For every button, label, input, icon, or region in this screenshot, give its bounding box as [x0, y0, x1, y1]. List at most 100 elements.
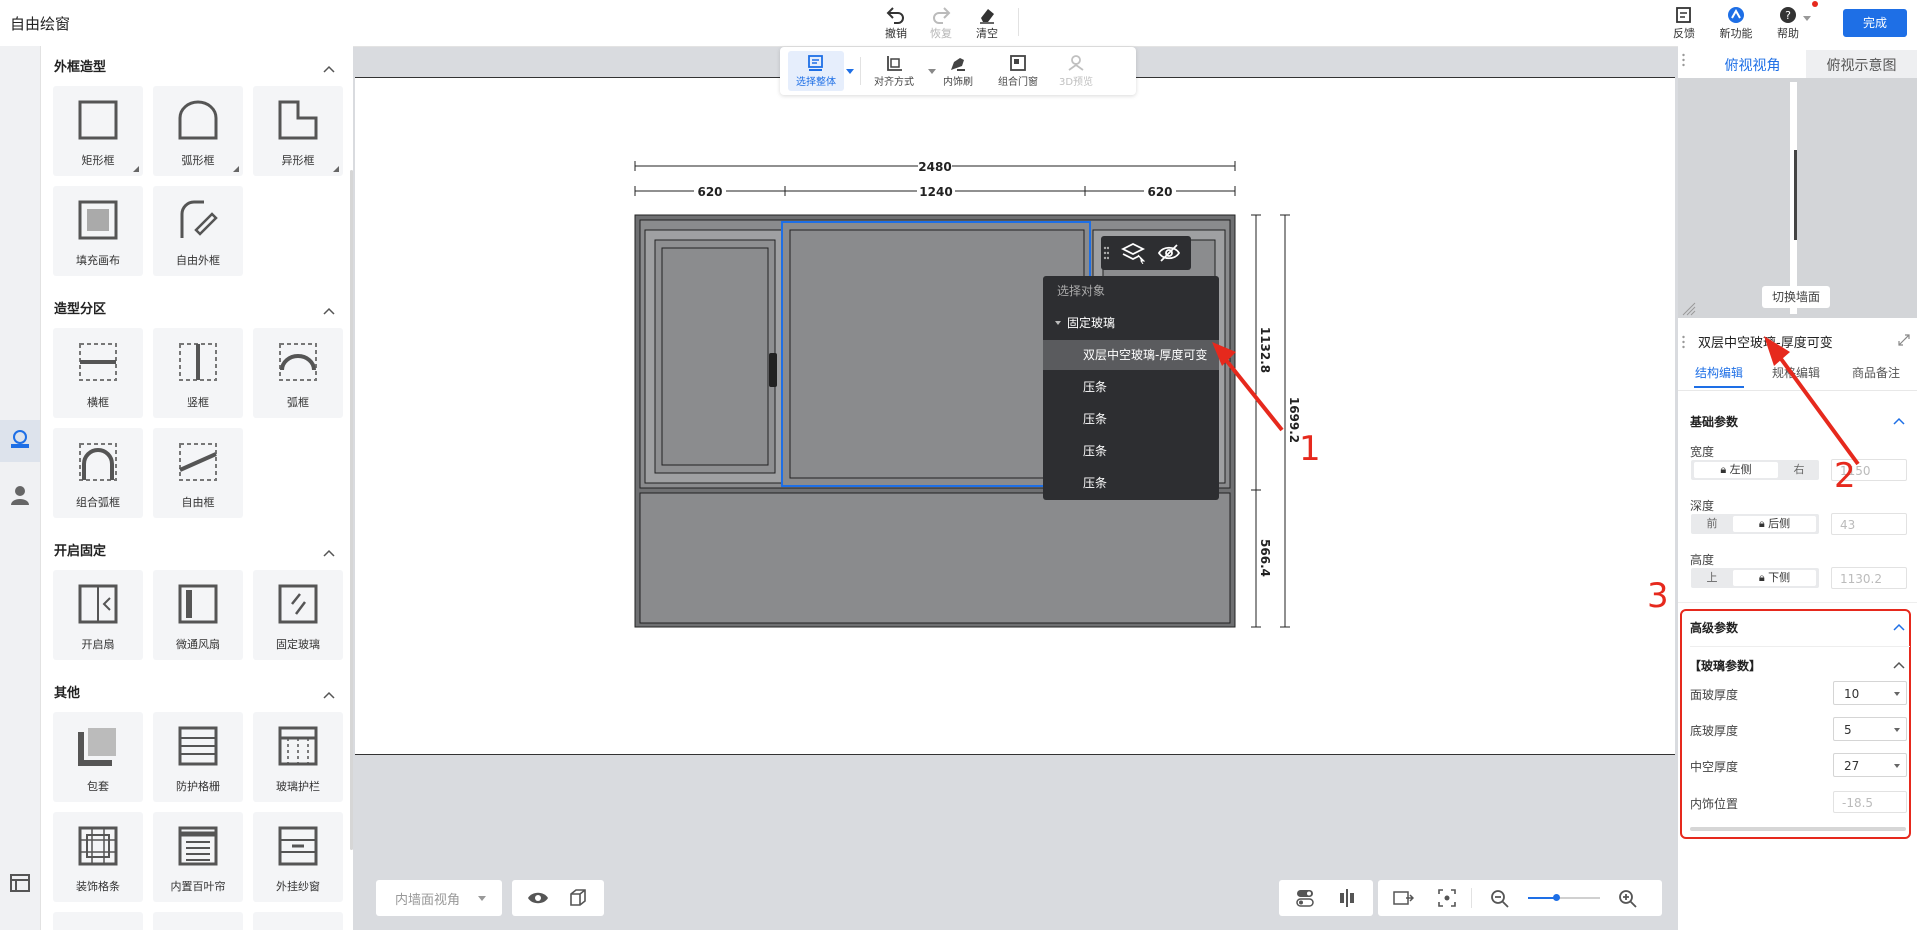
new-feature-button[interactable]: 新功能	[1711, 4, 1761, 44]
tile-security-grille[interactable]: 防护格栅	[153, 712, 243, 802]
security-grille-icon	[178, 726, 218, 766]
tile-glass-railing[interactable]: 玻璃护栏	[253, 712, 343, 802]
tile-micro-vent-sash[interactable]: 微通风扇	[153, 570, 243, 660]
select-dropdown-icon[interactable]	[846, 69, 854, 74]
lower-section[interactable]	[639, 492, 1231, 624]
left-panel-scrollbar[interactable]	[350, 170, 353, 850]
menu-item-bead[interactable]: 压条	[1043, 404, 1219, 434]
tile-more[interactable]	[53, 912, 143, 930]
left-sash-glass[interactable]	[661, 247, 769, 466]
select-all-button[interactable]: 选择整体	[788, 51, 844, 91]
tile-free-frame[interactable]: 自由外框	[153, 186, 243, 276]
tile-opening-sash[interactable]: 开启扇	[53, 570, 143, 660]
hollow-select[interactable]: 27	[1833, 753, 1907, 777]
decor-pos-input[interactable]: -18.5	[1833, 791, 1907, 813]
middle-glass-pane[interactable]	[789, 229, 1085, 479]
tile-more[interactable]	[253, 912, 343, 930]
help-label: 帮助	[1777, 27, 1799, 40]
view-select[interactable]: 内墙面视角	[376, 880, 502, 916]
tile-arc-mullion[interactable]: 弧框	[253, 328, 343, 418]
align-button[interactable]: 对齐方式	[866, 51, 922, 91]
depth-anchor-front[interactable]: 前	[1694, 516, 1730, 532]
eye-icon[interactable]	[527, 889, 549, 907]
chevron-up-icon[interactable]	[1892, 621, 1906, 633]
glass-railing-icon	[278, 726, 318, 766]
layers-select-icon[interactable]	[1121, 242, 1145, 264]
layout-icon[interactable]	[6, 871, 34, 899]
tile-casing[interactable]: 包套	[53, 712, 143, 802]
menu-group-fixed-glass[interactable]: 固定玻璃	[1043, 308, 1219, 338]
face-glass-label: 面玻厚度	[1690, 688, 1739, 702]
toolbar-divider	[1471, 888, 1472, 908]
chevron-up-icon[interactable]	[322, 546, 336, 560]
chevron-up-icon[interactable]	[322, 304, 336, 318]
switch-wall-button[interactable]: 切换墙面	[1762, 286, 1830, 308]
tile-rect-frame[interactable]: 矩形框	[53, 86, 143, 176]
zoom-slider-handle[interactable]	[1553, 894, 1560, 901]
face-glass-select[interactable]: 10	[1833, 681, 1907, 705]
undo-button[interactable]: 撤销	[871, 4, 921, 44]
menu-item-bead[interactable]: 压条	[1043, 468, 1219, 498]
drag-handle-icon[interactable]	[1681, 334, 1686, 350]
depth-anchor-toggle[interactable]: 前 🔒︎ 后侧	[1691, 514, 1819, 534]
hide-eye-icon[interactable]	[1157, 243, 1181, 263]
height-input[interactable]: 1130.2	[1831, 567, 1907, 589]
help-dropdown-icon[interactable]	[1803, 16, 1811, 21]
tile-arc-frame[interactable]: 弧形框	[153, 86, 243, 176]
params-scrollbar[interactable]	[1690, 827, 1906, 831]
height-anchor-toggle[interactable]: 上 🔒︎ 下侧	[1691, 568, 1819, 588]
tile-combined-arc[interactable]: 组合弧框	[53, 428, 143, 518]
help-button[interactable]: ? 帮助	[1763, 4, 1813, 44]
height-anchor-top[interactable]: 上	[1694, 570, 1730, 586]
tile-horizontal-mullion[interactable]: 横框	[53, 328, 143, 418]
zoom-in-icon[interactable]	[1618, 889, 1638, 909]
menu-item-bead[interactable]: 压条	[1043, 372, 1219, 402]
tile-custom-frame[interactable]: 异形框	[253, 86, 343, 176]
depth-anchor-back[interactable]: 🔒︎ 后侧	[1733, 516, 1816, 532]
view-select-value: 内墙面视角	[395, 893, 461, 908]
feedback-button[interactable]: 反馈	[1659, 4, 1709, 44]
tile-fixed-glass[interactable]: 固定玻璃	[253, 570, 343, 660]
done-button[interactable]: 完成	[1843, 9, 1907, 37]
sash-handle[interactable]	[769, 353, 777, 387]
menu-item-insulated-glass[interactable]: 双层中空玻璃-厚度可变	[1043, 340, 1219, 370]
preview-3d-button[interactable]: 3D预览	[1048, 51, 1104, 91]
mirror-icon[interactable]	[1337, 889, 1357, 907]
decor-bars-icon	[78, 826, 118, 866]
tile-fill-canvas[interactable]: 填充画布	[53, 186, 143, 276]
chevron-up-icon[interactable]	[1892, 415, 1906, 427]
tab-structure-edit[interactable]: 结构编辑	[1695, 364, 1743, 381]
drag-handle-icon[interactable]	[1681, 50, 1686, 70]
toggle-icon[interactable]	[1295, 889, 1315, 907]
menu-item-bead[interactable]: 压条	[1043, 436, 1219, 466]
height-anchor-bottom[interactable]: 🔒︎ 下侧	[1733, 570, 1816, 586]
draw-window-icon[interactable]	[6, 428, 34, 456]
cube-icon[interactable]	[568, 888, 588, 908]
tile-inner-blinds[interactable]: 内置百叶帘	[153, 812, 243, 902]
tile-label: 弧框	[287, 396, 309, 409]
focus-icon[interactable]	[1438, 889, 1456, 907]
base-glass-select[interactable]: 5	[1833, 717, 1907, 741]
zoom-out-icon[interactable]	[1490, 889, 1510, 909]
top-view-preview[interactable]: 切换墙面	[1678, 78, 1917, 318]
expand-icon[interactable]	[1898, 334, 1910, 346]
fit-screen-icon[interactable]	[1392, 889, 1414, 907]
chevron-up-icon[interactable]	[1892, 659, 1906, 671]
tile-outer-screen[interactable]: 外挂纱窗	[253, 812, 343, 902]
dimension-top-split: 620 1240 620	[634, 184, 1236, 199]
chevron-up-icon[interactable]	[322, 688, 336, 702]
tile-decor-bars[interactable]: 装饰格条	[53, 812, 143, 902]
user-icon[interactable]	[6, 483, 34, 511]
drag-handle-icon[interactable]	[1103, 246, 1109, 260]
zoom-slider-track[interactable]	[1556, 897, 1600, 899]
redo-button[interactable]: 恢复	[916, 4, 966, 44]
resize-grip-icon[interactable]	[1682, 302, 1696, 316]
combine-door-button[interactable]: 组合门窗	[990, 51, 1046, 91]
clear-button[interactable]: 清空	[962, 4, 1012, 44]
chevron-up-icon[interactable]	[322, 62, 336, 76]
tile-vertical-mullion[interactable]: 竖框	[153, 328, 243, 418]
decor-brush-button[interactable]: 内饰刷	[930, 51, 986, 91]
depth-input[interactable]: 43	[1831, 513, 1907, 535]
tile-free-mullion[interactable]: 自由框	[153, 428, 243, 518]
tile-more[interactable]	[153, 912, 243, 930]
